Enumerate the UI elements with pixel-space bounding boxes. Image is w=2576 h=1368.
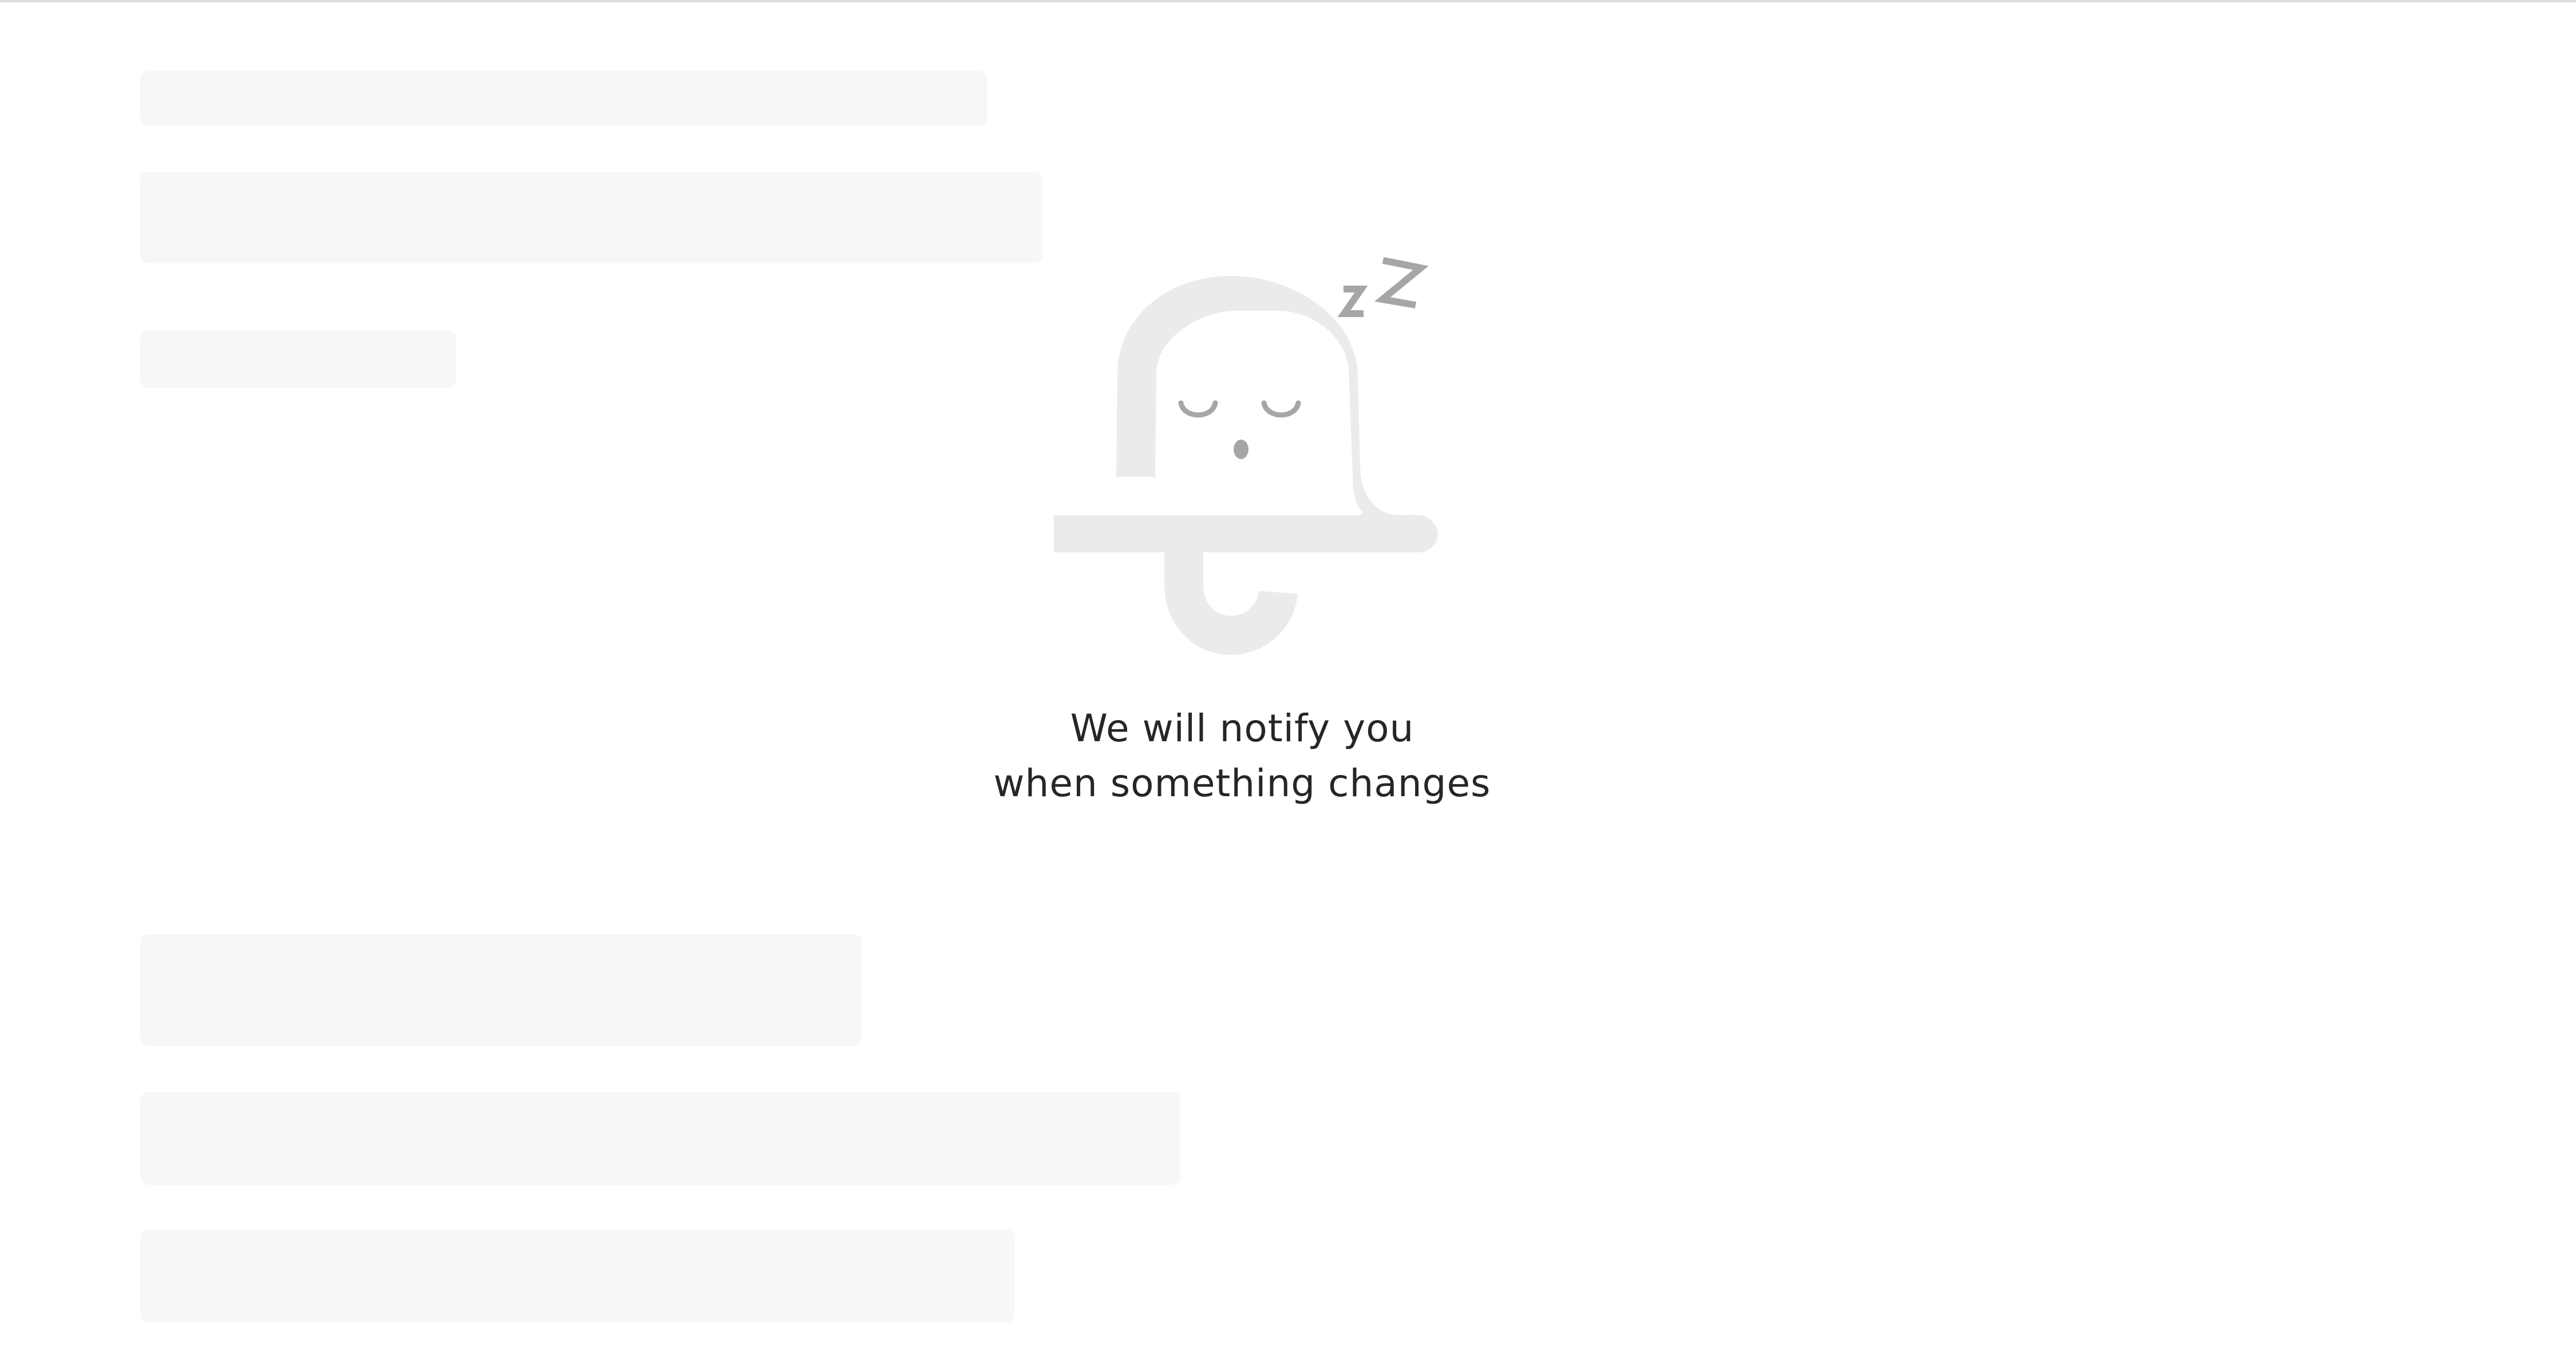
skeleton-placeholder-block-2	[140, 1092, 1180, 1185]
bell-base	[1054, 515, 1423, 552]
empty-state-message-line-1: We will notify you	[1070, 706, 1415, 750]
skeleton-placeholder-subtitle	[140, 172, 1042, 263]
empty-state-message-line-2: when something changes	[993, 761, 1491, 805]
skeleton-placeholder-tag	[140, 331, 456, 388]
bell-base-cap	[1351, 515, 1438, 552]
top-border	[0, 0, 2576, 2]
left-eye	[1178, 400, 1218, 418]
zz-icon	[1337, 257, 1429, 317]
skeleton-placeholder-block-3	[140, 1229, 1015, 1322]
bell-clapper	[1164, 552, 1298, 655]
empty-state-message: We will notify you when something change…	[927, 701, 1557, 811]
skeleton-placeholder-title	[140, 71, 987, 126]
bell-dome	[1116, 276, 1437, 552]
bell-mouth	[1234, 440, 1249, 459]
right-eye	[1261, 400, 1301, 418]
sleeping-bell-icon	[1054, 257, 1438, 655]
skeleton-placeholder-block-1	[140, 934, 862, 1046]
